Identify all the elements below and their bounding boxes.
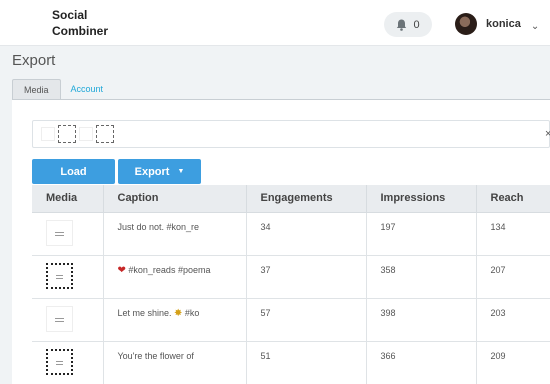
user-menu[interactable]: konica ⌄ [455, 13, 539, 35]
impressions-cell: 366 [366, 341, 477, 384]
media-selector[interactable]: × ▼ [32, 120, 550, 148]
page-title: Export [12, 52, 56, 69]
logo-line-2: Combiner [52, 24, 109, 38]
chevron-down-icon[interactable]: ⌄ [531, 21, 539, 32]
clear-icon[interactable]: × [545, 128, 550, 140]
selected-media-thumb[interactable] [96, 125, 114, 143]
caption-text: #kon_reads #poema [128, 264, 211, 275]
column-header-engagements[interactable]: Engagements [246, 185, 367, 213]
caption-text: Just do not. #kon_re [117, 221, 200, 232]
tab-bar: Media Account [12, 79, 114, 99]
selected-media-thumb[interactable] [58, 125, 76, 143]
engagements-cell: 51 [246, 341, 367, 384]
caption-cell: ❤ #kon_reads #poema [103, 255, 247, 299]
media-thumbnail[interactable] [46, 262, 73, 289]
tab-media[interactable]: Media [12, 79, 61, 99]
selected-media-list [41, 125, 114, 143]
media-table: Media Caption Engagements Impressions Re… [32, 185, 550, 384]
impressions-cell: 197 [366, 212, 477, 256]
username: konica [486, 18, 521, 30]
media-cell [32, 255, 104, 299]
impressions-cell: 358 [366, 255, 477, 299]
export-button[interactable]: Export ▼ [118, 159, 201, 184]
media-cell [32, 341, 104, 384]
avatar[interactable] [455, 13, 477, 35]
caption-cell: You're the flower of [103, 341, 247, 384]
media-table-container[interactable]: Media Caption Engagements Impressions Re… [32, 185, 550, 384]
media-thumbnail[interactable] [46, 219, 73, 246]
selected-media-thumb[interactable] [79, 127, 93, 141]
media-cell [32, 212, 104, 256]
media-thumbnail[interactable] [46, 305, 73, 332]
table-row[interactable]: You're the flower of 51 366 209 [32, 341, 550, 384]
table-row[interactable]: Let me shine. ✸ #ko 57 398 203 [32, 298, 550, 342]
tab-account[interactable]: Account [61, 79, 115, 99]
table-row[interactable]: ❤ #kon_reads #poema 37 358 207 [32, 255, 550, 299]
impressions-cell: 398 [366, 298, 477, 342]
column-header-media[interactable]: Media [32, 185, 104, 213]
caption-cell: Just do not. #kon_re [103, 212, 247, 256]
engagements-cell: 37 [246, 255, 367, 299]
caption-tail: #ko [182, 307, 200, 318]
bell-icon [397, 19, 407, 31]
app-logo[interactable]: Social Combiner [52, 7, 108, 39]
column-header-reach[interactable]: Reach [476, 185, 550, 213]
notification-count: 0 [413, 18, 420, 31]
caption-text: You're the flower of [117, 350, 194, 361]
reach-cell: 209 [476, 341, 550, 384]
engagements-cell: 34 [246, 212, 367, 256]
selected-media-thumb[interactable] [41, 127, 55, 141]
table-header-row: Media Caption Engagements Impressions Re… [32, 185, 550, 213]
caret-down-icon: ▼ [177, 168, 185, 175]
reach-cell: 203 [476, 298, 550, 342]
export-button-label: Export [134, 165, 170, 178]
caption-text: Let me shine. [117, 307, 175, 318]
notifications-button[interactable]: 0 [384, 12, 432, 37]
heart-icon: ❤ [117, 264, 126, 276]
column-header-impressions[interactable]: Impressions [366, 185, 477, 213]
reach-cell: 134 [476, 212, 550, 256]
column-header-caption[interactable]: Caption [103, 185, 247, 213]
caption-cell: Let me shine. ✸ #ko [103, 298, 247, 342]
reach-cell: 207 [476, 255, 550, 299]
media-thumbnail[interactable] [46, 348, 73, 375]
table-row[interactable]: Just do not. #kon_re 34 197 134 [32, 212, 550, 256]
load-button[interactable]: Load [32, 159, 115, 184]
media-cell [32, 298, 104, 342]
engagements-cell: 57 [246, 298, 367, 342]
top-navbar: Social Combiner 0 konica ⌄ [0, 0, 550, 46]
logo-line-1: Social [52, 8, 88, 22]
